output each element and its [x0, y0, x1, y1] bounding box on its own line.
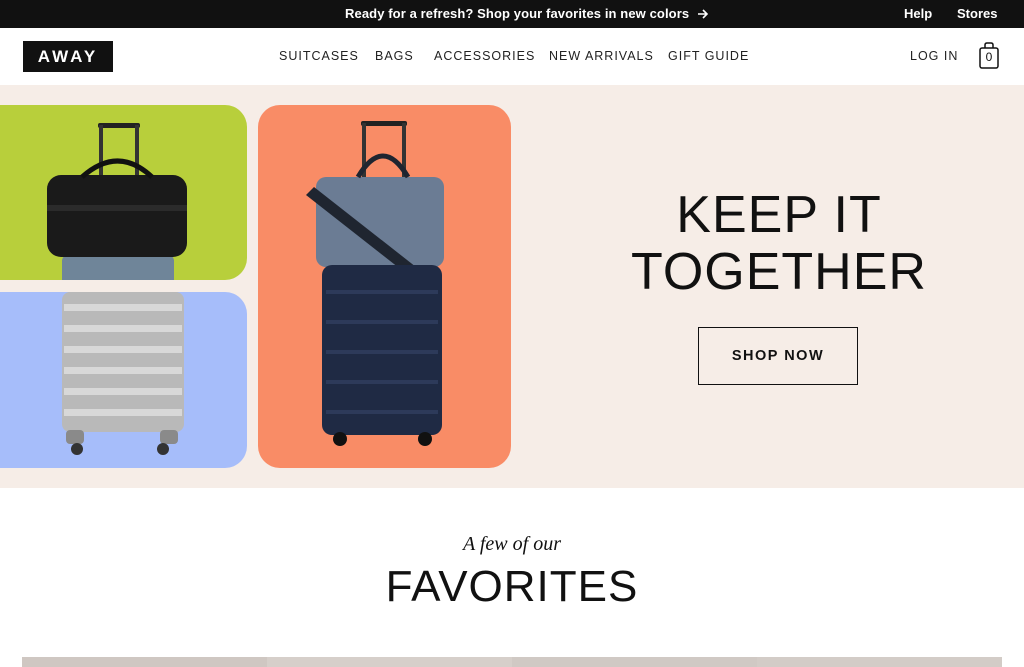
hero-title: KEEP IT TOGETHER	[600, 187, 958, 301]
duffel-bag-image[interactable]	[0, 105, 247, 280]
carry-on-illustration	[306, 121, 444, 446]
nav-gift-guide[interactable]: GIFT GUIDE	[668, 49, 749, 63]
nav-bags[interactable]: BAGS	[375, 49, 414, 63]
product-image-strip	[22, 657, 1002, 667]
duffel-illustration	[47, 123, 187, 280]
announcement-bar: Ready for a refresh? Shop your favorites…	[0, 0, 1024, 28]
hero-banner: KEEP IT TOGETHER SHOP NOW	[0, 85, 1024, 488]
product-image-3[interactable]	[512, 657, 757, 667]
shop-now-button[interactable]: SHOP NOW	[698, 327, 858, 385]
favorites-subtitle: A few of our	[463, 533, 561, 555]
nav-accessories[interactable]: ACCESSORIES	[434, 49, 535, 63]
favorites-title: FAVORITES	[385, 562, 639, 611]
promo-text: Ready for a refresh? Shop your favorites…	[345, 6, 690, 21]
aluminum-suitcase-illustration	[62, 292, 184, 455]
login-link[interactable]: LOG IN	[910, 49, 958, 63]
away-logo[interactable]: AWAY	[23, 41, 113, 72]
arrow-right-icon	[698, 8, 709, 19]
nav-suitcases[interactable]: SUITCASES	[279, 49, 359, 63]
cart-count: 0	[985, 50, 993, 64]
promo-link[interactable]: Ready for a refresh? Shop your favorites…	[345, 6, 709, 21]
nav-new-arrivals[interactable]: NEW ARRIVALS	[549, 49, 654, 63]
product-image-1[interactable]	[22, 657, 267, 667]
cart-button[interactable]: 0	[978, 42, 1000, 70]
aluminum-suitcase-image[interactable]	[0, 292, 247, 468]
hero-title-line2: TOGETHER	[631, 243, 927, 301]
product-image-4[interactable]	[757, 657, 1002, 667]
hero-title-line1: KEEP IT	[676, 186, 882, 244]
site-header: AWAY SUITCASES BAGS ACCESSORIES NEW ARRI…	[0, 28, 1024, 85]
stores-link[interactable]: Stores	[957, 6, 997, 21]
help-link[interactable]: Help	[904, 6, 932, 21]
product-image-2[interactable]	[267, 657, 512, 667]
carry-on-suitcase-image[interactable]	[258, 105, 511, 468]
